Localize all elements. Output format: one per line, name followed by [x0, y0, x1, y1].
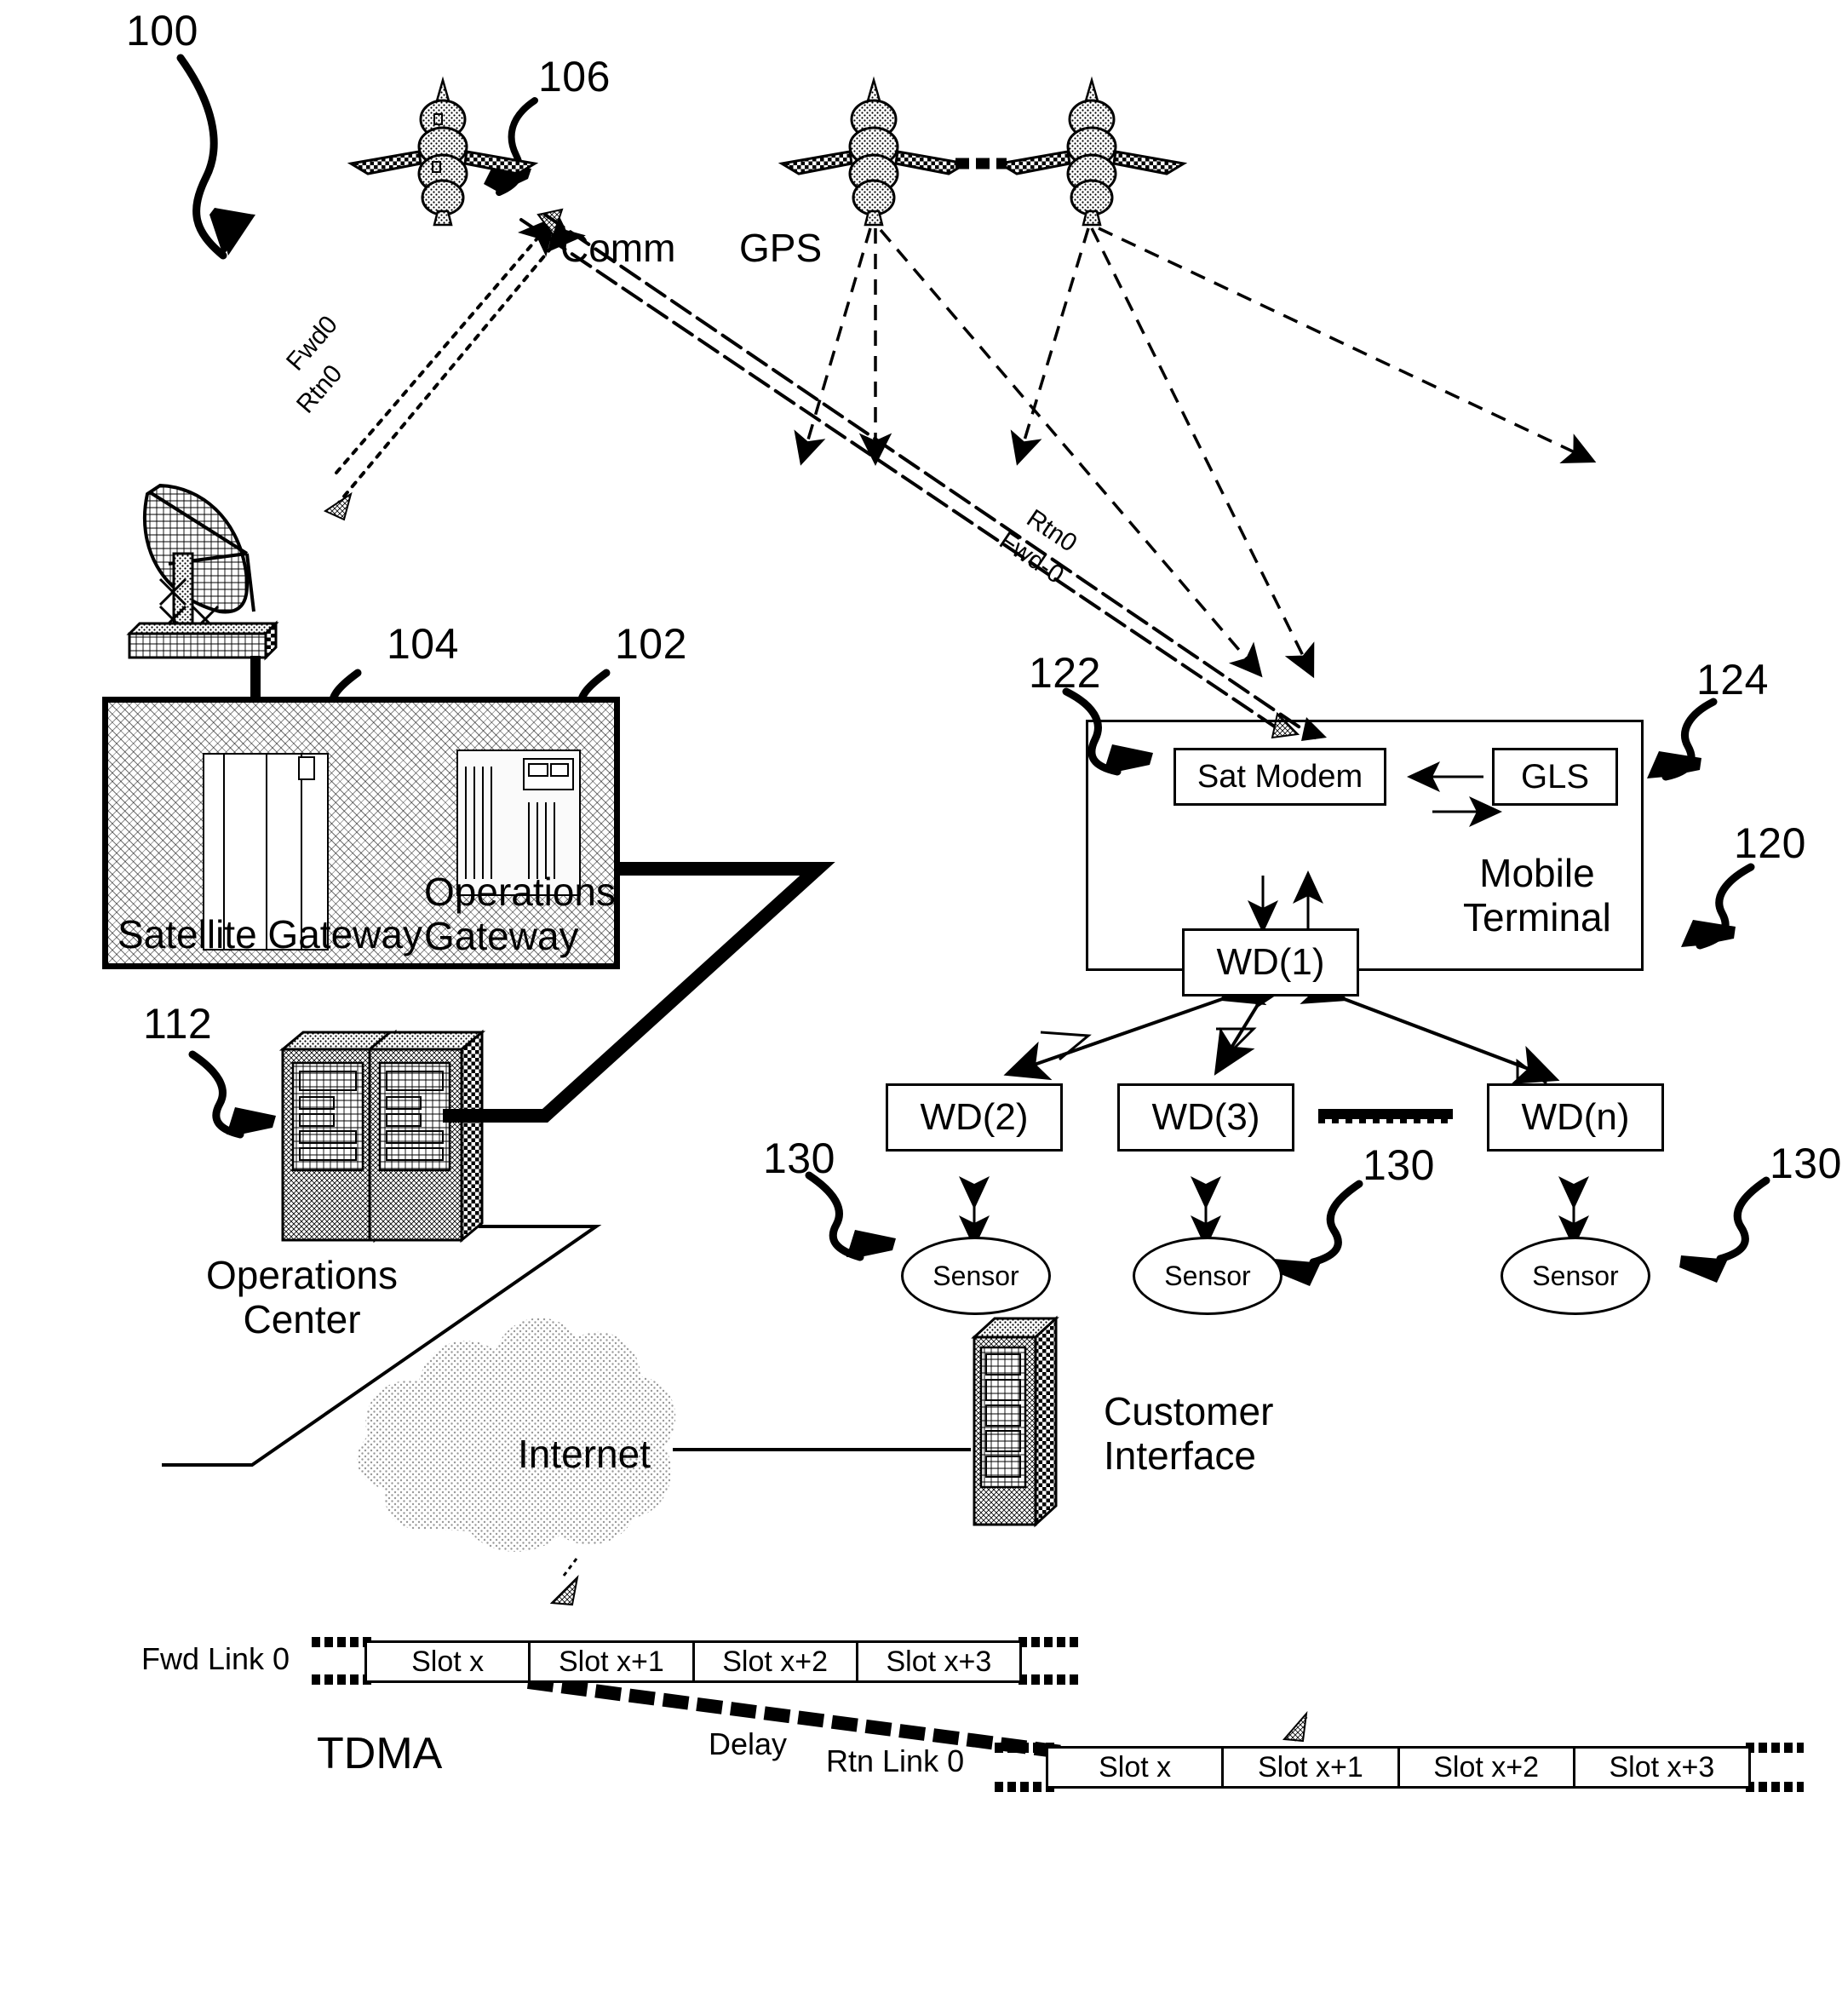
ref-numeral-100: 100: [126, 7, 198, 55]
rtn-link-label: Rtn Link 0: [826, 1743, 965, 1778]
wdn-label: WD(n): [1521, 1096, 1630, 1138]
leader-106: [484, 97, 538, 196]
diagram-vector-layer: [126, 54, 1804, 1792]
leader-112: [188, 1050, 276, 1139]
fwd-slot-3-label: Slot x+3: [886, 1645, 992, 1678]
ref-numeral-104: 104: [387, 620, 459, 668]
rtn-slot-0-label: Slot x: [1099, 1750, 1172, 1783]
fwd-link-label: Fwd Link 0: [141, 1641, 290, 1676]
tdma-slot-pointer-rtn: [1282, 1710, 1308, 1743]
tdma-slot-pointer-fwd: [549, 1554, 581, 1606]
wd2-label: WD(2): [920, 1096, 1029, 1138]
leader-124: [1647, 698, 1718, 781]
wd3-label: WD(3): [1151, 1096, 1260, 1138]
fwd-slot-2[interactable]: Slot x+2: [695, 1643, 858, 1680]
sensor-for-wd2[interactable]: Sensor: [901, 1237, 1051, 1315]
wd2-box[interactable]: WD(2): [886, 1083, 1063, 1152]
tdma-title: TDMA: [317, 1729, 443, 1778]
mobile-terminal-label: Mobile Terminal: [1463, 851, 1611, 939]
wdn-box[interactable]: WD(n): [1487, 1083, 1664, 1152]
gps-constellation-label: GPS: [739, 226, 823, 270]
fwd-slot-3[interactable]: Slot x+3: [858, 1643, 1019, 1680]
ref-numeral-130-c: 130: [1770, 1140, 1842, 1187]
leader-130-a: [805, 1171, 896, 1261]
internet-label: Internet: [518, 1432, 651, 1476]
wd1-wd2-link: [1003, 966, 1267, 1081]
sensor-for-wdn[interactable]: Sensor: [1501, 1237, 1650, 1315]
gls-box[interactable]: GLS: [1492, 748, 1618, 806]
comm-satellite-label: Comm: [560, 226, 676, 270]
sensor-label-c: Sensor: [1532, 1260, 1619, 1291]
gateway-link-arrowheads: [323, 208, 564, 521]
operations-gateway-label: Operations Gateway: [424, 870, 616, 958]
customer-interface-server-icon: [971, 1315, 1059, 1528]
ref-numeral-122: 122: [1029, 649, 1101, 697]
rtn-slot-3-label: Slot x+3: [1609, 1750, 1715, 1783]
rtn-slot-3[interactable]: Slot x+3: [1575, 1749, 1748, 1786]
wd1-box[interactable]: WD(1): [1182, 928, 1359, 997]
sensor-label-a: Sensor: [932, 1260, 1019, 1291]
customer-interface-label: Customer Interface: [1104, 1389, 1274, 1478]
rtn-slot-1-label: Slot x+1: [1257, 1750, 1363, 1783]
ref-numeral-120: 120: [1734, 819, 1806, 867]
wd-series-ellipsis: [1318, 1109, 1453, 1123]
gls-label: GLS: [1520, 757, 1590, 795]
leader-130-c: [1679, 1176, 1770, 1283]
rtn-slot-0[interactable]: Slot x: [1048, 1749, 1225, 1786]
fwd-slot-0[interactable]: Slot x: [367, 1643, 531, 1680]
satellite-dish-icon: [126, 483, 279, 661]
leader-130-b: [1272, 1180, 1363, 1286]
operations-center-racks-icon: [278, 1029, 486, 1243]
operations-center-label: Operations Center: [206, 1253, 399, 1341]
ref-numeral-130-b: 130: [1363, 1141, 1435, 1189]
ref-numeral-112: 112: [143, 1000, 213, 1048]
ref-numeral-106: 106: [538, 53, 611, 101]
gps-downlink-rays: [794, 227, 1597, 679]
gateway-satellite-links: [335, 211, 586, 504]
sat-modem-label: Sat Modem: [1196, 758, 1363, 795]
delay-label: Delay: [709, 1726, 788, 1761]
gps-satellite-1-icon: [778, 76, 970, 227]
wd3-box[interactable]: WD(3): [1117, 1083, 1294, 1152]
ref-numeral-124: 124: [1696, 656, 1769, 704]
fwd-link-slot-strip: Slot x Slot x+1 Slot x+2 Slot x+3: [364, 1640, 1022, 1683]
fwd-slot-0-label: Slot x: [411, 1645, 485, 1678]
gps-satellite-2-icon: [996, 76, 1188, 227]
ref-numeral-102: 102: [615, 620, 687, 668]
wd1-label: WD(1): [1216, 941, 1325, 983]
rtn-slot-1[interactable]: Slot x+1: [1224, 1749, 1400, 1786]
sensor-label-b: Sensor: [1164, 1260, 1251, 1291]
patent-figure-canvas: Satellite Gateway Operations Gateway Com…: [0, 0, 1842, 2016]
fwd-slot-1[interactable]: Slot x+1: [531, 1643, 695, 1680]
sensor-for-wd3[interactable]: Sensor: [1133, 1237, 1283, 1315]
rtn-slot-2-label: Slot x+2: [1433, 1750, 1540, 1783]
comm-satellite-icon: [347, 76, 539, 227]
sat-modem-box[interactable]: Sat Modem: [1173, 748, 1386, 806]
wd1-wd3-link: [1214, 960, 1296, 1076]
ref-numeral-130-a: 130: [763, 1134, 835, 1182]
satellite-gateway-label: Satellite Gateway: [118, 912, 422, 956]
fwd-slot-2-label: Slot x+2: [722, 1645, 829, 1678]
rtn-slot-2[interactable]: Slot x+2: [1400, 1749, 1575, 1786]
leader-120: [1681, 863, 1755, 950]
leader-100: [176, 54, 255, 260]
rtn-link-slot-strip: Slot x Slot x+1 Slot x+2 Slot x+3: [1046, 1746, 1751, 1789]
operations-gateway-line1: Operations Gateway: [424, 870, 617, 958]
fwd-slot-1-label: Slot x+1: [558, 1645, 664, 1678]
